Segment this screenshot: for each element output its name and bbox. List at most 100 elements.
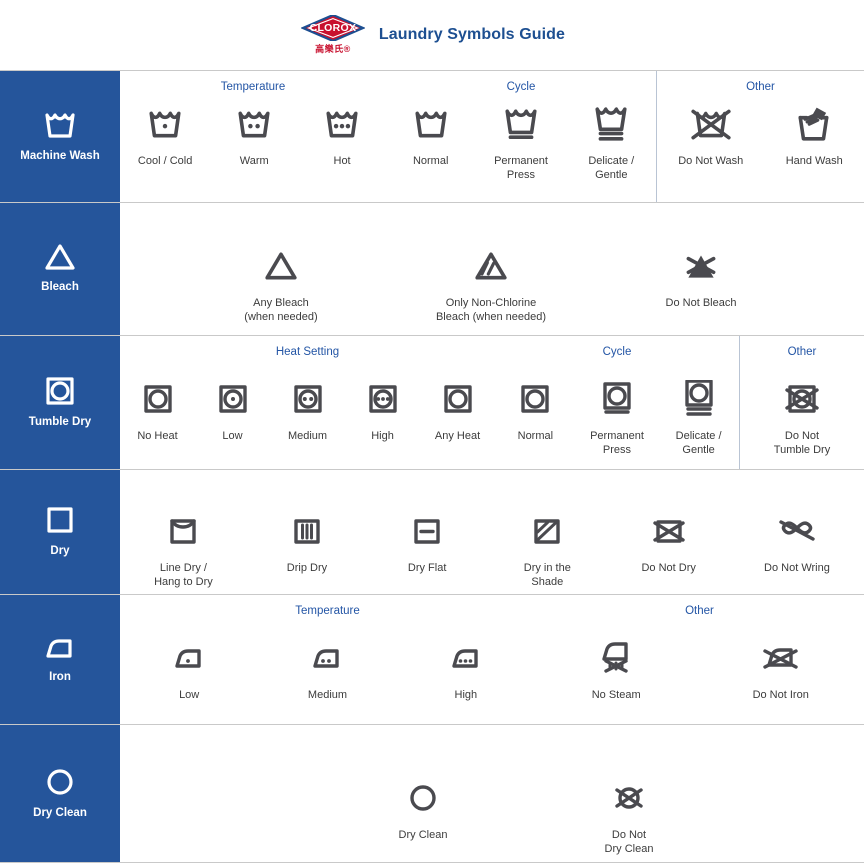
- symbol-label: Dry Flat: [407, 562, 447, 574]
- symbol-label: Do Not Dry: [641, 562, 696, 574]
- symbol-item[interactable]: Do Not Wring: [760, 510, 834, 575]
- symbol-item[interactable]: Delicate / Gentle: [669, 378, 729, 457]
- category-label: Machine Wash: [20, 149, 100, 162]
- do-not-dry-icon: [650, 510, 688, 552]
- tumble-dry-icon: [45, 376, 75, 406]
- group-title: Cycle: [602, 346, 632, 358]
- symbol-item[interactable]: No Heat: [128, 378, 188, 443]
- wash-tub-icon: [413, 103, 449, 145]
- tumble-dry-two-bars-icon: [684, 378, 714, 420]
- group-title: Cycle: [506, 81, 536, 93]
- symbol-item[interactable]: Medium: [278, 378, 338, 443]
- group-title: Heat Setting: [275, 346, 340, 358]
- logo-chinese-name: 高樂氏®: [315, 44, 351, 54]
- table-row: Iron Temperature Low Medium High Other N…: [0, 595, 864, 725]
- row-content: Any Bleach (when needed) Only Non-Chlori…: [120, 203, 864, 335]
- row-content: Temperature Cool / Cold Warm Hot Cycle N…: [120, 71, 864, 202]
- symbol-item[interactable]: Any Heat: [428, 378, 488, 443]
- table-row: Dry Line Dry / Hang to Dry Drip Dry Dry …: [0, 470, 864, 595]
- category-label: Iron: [49, 670, 71, 683]
- row-content: Temperature Low Medium High Other No Ste…: [120, 595, 864, 724]
- symbol-item[interactable]: No Steam: [586, 637, 646, 702]
- symbol-item[interactable]: High: [436, 637, 496, 702]
- group-cycle: Cycle Normal Permanent Press Delicate / …: [495, 336, 739, 469]
- category-label: Dry: [50, 545, 70, 558]
- tumble-dry-icon: [443, 378, 473, 420]
- symbol-label: Dry in the Shade: [523, 562, 571, 589]
- iron-three-dots-icon: [449, 637, 483, 679]
- symbol-label: Low: [222, 430, 243, 442]
- symbol-item[interactable]: Do Not Wash: [674, 103, 747, 168]
- symbol-item[interactable]: Permanent Press: [490, 103, 552, 182]
- symbol-item[interactable]: Permanent Press: [586, 378, 648, 457]
- row-content: Line Dry / Hang to Dry Drip Dry Dry Flat…: [120, 470, 864, 594]
- group-dry-clean: Dry Clean Do Not Dry Clean: [120, 725, 864, 862]
- category-tumble-dry: Tumble Dry: [0, 336, 120, 469]
- group-other: Other Do Not Tumble Dry: [739, 336, 864, 469]
- symbol-item[interactable]: Do Not Tumble Dry: [770, 378, 834, 457]
- circle-icon: [45, 767, 75, 797]
- symbol-label: Medium: [307, 689, 348, 701]
- group-dry: Line Dry / Hang to Dry Drip Dry Dry Flat…: [120, 470, 864, 594]
- table-row: Tumble Dry Heat Setting No Heat Low Medi…: [0, 336, 864, 470]
- category-label: Dry Clean: [33, 806, 87, 819]
- symbol-item[interactable]: Hot: [312, 103, 372, 168]
- symbol-item[interactable]: Any Bleach (when needed): [176, 245, 386, 324]
- iron-one-dot-icon: [172, 637, 206, 679]
- wash-tub-two-bars-icon: [593, 103, 629, 145]
- group-other: Other No Steam Do Not Iron: [535, 595, 864, 724]
- symbol-item[interactable]: Low: [203, 378, 263, 443]
- group-title: Temperature: [295, 605, 360, 617]
- symbol-label: Delicate / Gentle: [675, 430, 722, 457]
- group-title: Other: [685, 605, 714, 617]
- wash-tub-two-dots-icon: [236, 103, 272, 145]
- row-content: Heat Setting No Heat Low Medium High Any…: [120, 336, 864, 469]
- drip-dry-icon: [292, 510, 322, 552]
- tumble-dry-one-bar-icon: [602, 378, 632, 420]
- symbol-item[interactable]: Do Not Dry: [637, 510, 699, 575]
- symbol-item[interactable]: Cool / Cold: [134, 103, 196, 168]
- symbol-item[interactable]: Normal: [401, 103, 461, 168]
- group-temperature: Temperature Cool / Cold Warm Hot: [120, 71, 386, 202]
- symbol-label: No Heat: [137, 430, 178, 442]
- symbol-item[interactable]: Do Not Dry Clean: [526, 777, 732, 856]
- symbol-item[interactable]: Medium: [297, 637, 357, 702]
- symbol-item[interactable]: Delicate / Gentle: [581, 103, 641, 182]
- symbol-item[interactable]: Do Not Iron: [749, 637, 813, 702]
- iron-crossed-icon: [760, 637, 802, 679]
- symbol-item[interactable]: High: [353, 378, 413, 443]
- symbol-item[interactable]: Drip Dry: [277, 510, 337, 575]
- iron-two-dots-icon: [310, 637, 344, 679]
- symbol-label: Do Not Wring: [764, 562, 830, 574]
- symbol-label: Do Not Iron: [752, 689, 809, 701]
- wash-tub-one-dot-icon: [147, 103, 183, 145]
- category-label: Tumble Dry: [28, 415, 92, 428]
- wash-tub-one-bar-icon: [503, 103, 539, 145]
- table-row: Dry Clean Dry Clean Do Not Dry Clean: [0, 725, 864, 863]
- row-content: Dry Clean Do Not Dry Clean: [120, 725, 864, 862]
- symbol-item[interactable]: Dry Clean: [320, 777, 526, 842]
- symbol-item[interactable]: Warm: [224, 103, 284, 168]
- symbol-label: High: [454, 689, 478, 701]
- symbol-item[interactable]: Only Non-Chlorine Bleach (when needed): [386, 245, 596, 324]
- tumble-dry-icon: [520, 378, 550, 420]
- symbol-item[interactable]: Normal: [505, 378, 565, 443]
- symbol-item[interactable]: Do Not Bleach: [596, 245, 806, 310]
- line-dry-icon: [168, 510, 198, 552]
- group-other: Other Do Not Wash Hand Wash: [656, 71, 864, 202]
- symbol-label: Cool / Cold: [137, 155, 193, 167]
- group-temperature: Temperature Low Medium High: [120, 595, 535, 724]
- symbol-label: Low: [179, 689, 200, 701]
- group-title: Other: [746, 81, 775, 93]
- symbol-label: Do Not Dry Clean: [604, 829, 654, 856]
- symbol-item[interactable]: Dry in the Shade: [517, 510, 577, 589]
- category-dry-clean: Dry Clean: [0, 725, 120, 862]
- symbol-item[interactable]: Low: [159, 637, 219, 702]
- logo-wordmark: CLOROX: [309, 22, 357, 34]
- clorox-logo: CLOROX 高樂氏®: [299, 15, 367, 55]
- symbol-item[interactable]: Hand Wash: [782, 103, 847, 168]
- symbol-item[interactable]: Line Dry / Hang to Dry: [150, 510, 217, 589]
- symbol-label: Permanent Press: [494, 155, 548, 182]
- symbol-item[interactable]: Dry Flat: [397, 510, 457, 575]
- symbol-label: Do Not Bleach: [665, 297, 737, 309]
